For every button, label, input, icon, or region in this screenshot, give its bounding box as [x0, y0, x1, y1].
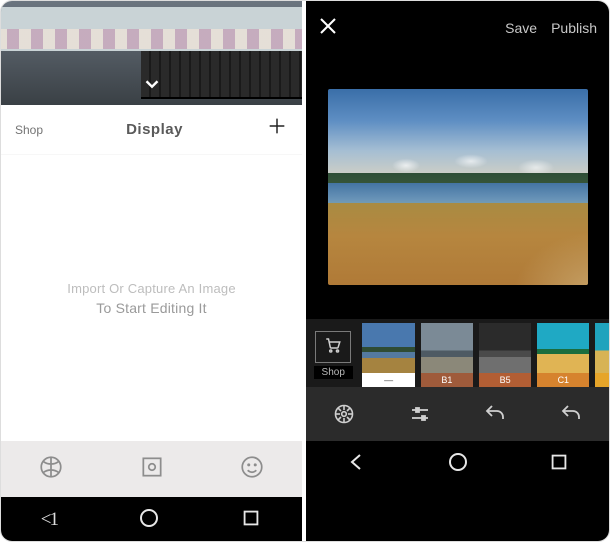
- filter-shop-label: Shop: [314, 366, 353, 379]
- filter-c1[interactable]: C1: [537, 323, 589, 387]
- capture-icon[interactable]: [139, 454, 165, 485]
- save-button[interactable]: Save: [505, 20, 537, 36]
- undo-icon[interactable]: [472, 402, 518, 426]
- empty-state: Import Or Capture An Image To Start Edit…: [1, 155, 302, 441]
- library-icon[interactable]: [38, 454, 64, 485]
- preview-image: [1, 1, 302, 105]
- face-icon[interactable]: [239, 454, 265, 485]
- nav-recent-icon[interactable]: [548, 451, 570, 478]
- publish-button[interactable]: Publish: [551, 20, 597, 36]
- nav-recent-icon[interactable]: [240, 507, 262, 534]
- filter-more[interactable]: [595, 323, 609, 387]
- shop-link[interactable]: Shop: [15, 123, 43, 137]
- display-title[interactable]: Display: [126, 121, 183, 138]
- filter-normal[interactable]: —: [362, 323, 414, 387]
- presets-icon[interactable]: [321, 402, 367, 426]
- nav-back-icon[interactable]: [345, 450, 369, 479]
- editing-image[interactable]: [328, 89, 588, 285]
- add-button[interactable]: [266, 115, 288, 144]
- filter-shop-button[interactable]: Shop: [310, 323, 356, 387]
- nav-back-label[interactable]: <1: [41, 509, 57, 531]
- cart-icon: [323, 336, 343, 359]
- nav-home-icon[interactable]: [137, 506, 161, 535]
- nav-home-icon[interactable]: [446, 450, 470, 479]
- filter-b1[interactable]: B1: [421, 323, 473, 387]
- empty-line-1: Import Or Capture An Image: [67, 281, 236, 296]
- filter-b5[interactable]: B5: [479, 323, 531, 387]
- close-icon[interactable]: [312, 10, 344, 47]
- empty-line-2: To Start Editing It: [96, 300, 206, 316]
- redo-icon[interactable]: [548, 402, 594, 426]
- adjust-icon[interactable]: [397, 402, 443, 426]
- filter-strip: Shop — B1 B5 C1: [306, 319, 609, 387]
- chevron-down-icon[interactable]: [141, 73, 163, 100]
